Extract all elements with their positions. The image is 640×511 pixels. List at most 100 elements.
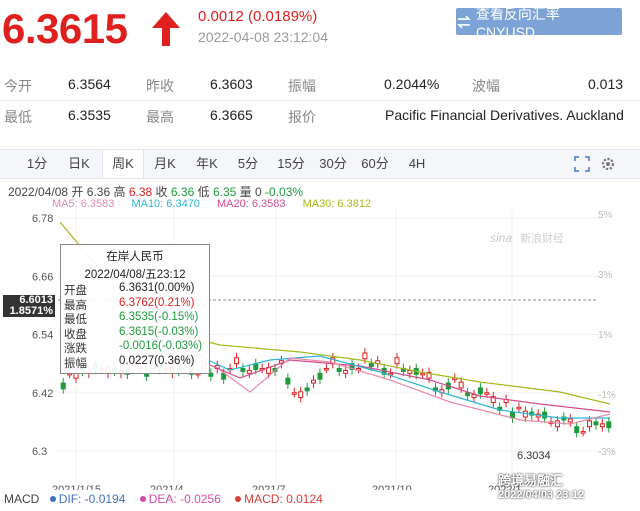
label-low: 最低 bbox=[4, 109, 32, 125]
label-prev-close: 昨收 bbox=[146, 78, 174, 94]
ohlc-close: 6.36 bbox=[170, 185, 195, 199]
label-amplitude: 振幅 bbox=[288, 78, 316, 94]
candle-body bbox=[317, 372, 323, 380]
candle-body bbox=[394, 357, 400, 365]
candle-body bbox=[516, 406, 522, 410]
candle-body bbox=[240, 367, 246, 372]
y-tick-label: 6.78 bbox=[32, 213, 53, 225]
quote-row-1: 今开 6.3564 昨收 6.3603 振幅 0.2044% 波幅 0.013 bbox=[0, 70, 640, 100]
tooltip-row: 涨跌 -0.0016(-0.03%) bbox=[61, 340, 209, 355]
tooltip-row-label: 振幅 bbox=[64, 357, 87, 370]
candle-body bbox=[60, 382, 66, 390]
candle-body bbox=[587, 420, 593, 428]
x-tick-label: 2021/10 bbox=[372, 484, 412, 490]
cursor-pct-tag: 1.8571% bbox=[3, 306, 55, 317]
candle-body bbox=[323, 367, 329, 371]
candle-body bbox=[407, 369, 413, 374]
fullscreen-icon[interactable] bbox=[574, 156, 590, 172]
kline-tooltip: 在岸人民币 2022/04/08/五23:12 开盘 6.3631(0.00%) 最… bbox=[60, 244, 210, 374]
ohlc-high: 6.38 bbox=[128, 185, 153, 199]
y-tick-label: 6.42 bbox=[32, 388, 53, 400]
ma30-label: MA30: 6.3812 bbox=[302, 198, 372, 210]
candle-body bbox=[477, 387, 483, 395]
settings-gear-icon[interactable] bbox=[600, 156, 616, 172]
tab-year-k[interactable]: 年K bbox=[188, 150, 226, 178]
tooltip-row-value: 0.0227(0.36%) bbox=[119, 354, 195, 367]
label-volatility: 波幅 bbox=[472, 78, 500, 94]
candle-body bbox=[593, 421, 599, 426]
tab-week-k[interactable]: 周K bbox=[102, 150, 144, 178]
ma10-label: MA10: 6.3470 bbox=[131, 198, 200, 210]
ohlc-pct: -0.03% bbox=[265, 185, 304, 199]
reverse-rate-button[interactable]: 查看反向汇率 CNYUSD bbox=[456, 6, 622, 40]
candle-body bbox=[234, 357, 240, 365]
y-pct-tick-label: -1% bbox=[598, 390, 616, 401]
tab-1min[interactable]: 1分 bbox=[20, 150, 54, 178]
ma5-label: MA5: 6.3583 bbox=[52, 198, 115, 210]
tab-4h[interactable]: 4H bbox=[400, 150, 434, 178]
tab-day-k[interactable]: 日K bbox=[60, 150, 98, 178]
candle-body bbox=[599, 423, 605, 428]
y-tick-label: 6.54 bbox=[32, 330, 53, 342]
value-low: 6.3535 bbox=[68, 107, 111, 123]
brand-logo-text: 新浪财经 bbox=[520, 231, 564, 245]
value-quoter: Pacific Financial Derivatives. Auckland bbox=[385, 107, 624, 123]
tooltip-row-value: -0.0016(-0.03%) bbox=[119, 340, 203, 352]
candle-body bbox=[298, 391, 304, 399]
ohlc-low-label: 低 bbox=[197, 185, 210, 199]
value-volatility: 0.013 bbox=[588, 76, 624, 92]
candle-body bbox=[484, 392, 490, 395]
tab-30min[interactable]: 30分 bbox=[314, 150, 352, 178]
x-tick-label: 2021/1/15 bbox=[52, 484, 101, 490]
tab-15min[interactable]: 15分 bbox=[272, 150, 310, 178]
macd-legend: MACD DIF: -0.0194 DEA: -0.0256 MACD: 0.0… bbox=[4, 492, 323, 506]
candle-body bbox=[368, 363, 374, 368]
x-tick-label: 2021/4 bbox=[150, 484, 184, 490]
ohlc-open: 6.36 bbox=[86, 185, 111, 199]
tab-60min[interactable]: 60分 bbox=[356, 150, 394, 178]
watermark-name: 跨境易融汇 bbox=[498, 473, 564, 488]
candle-body bbox=[291, 392, 297, 395]
candle-body bbox=[311, 379, 317, 384]
candle-body bbox=[458, 381, 464, 389]
y-pct-tick-label: 3% bbox=[598, 270, 613, 281]
candle-body bbox=[606, 421, 612, 429]
y-pct-tick-label: -3% bbox=[598, 447, 616, 458]
tooltip-row-value: 6.3762(0.21%) bbox=[119, 296, 195, 309]
tooltip-row: 最低 6.3535(-0.15%) bbox=[61, 311, 209, 326]
price-change: 0.0012 (0.0189%) bbox=[198, 8, 318, 25]
watermark-channel: 跨境易融汇 2022/04/03 23:12 bbox=[498, 470, 584, 501]
tooltip-title: 在岸人民币 bbox=[106, 251, 164, 263]
y-tick-label: 6.3 bbox=[32, 446, 47, 458]
quote-row-2: 最低 6.3535 最高 6.3665 报价 Pacific Financial… bbox=[0, 100, 640, 131]
tooltip-row-value: 6.3615(-0.03%) bbox=[119, 325, 199, 338]
ma20-label: MA20: 6.3583 bbox=[217, 198, 286, 210]
current-price: 6.3615 bbox=[2, 5, 128, 52]
ohlc-vol: 0 bbox=[255, 185, 262, 199]
label-high: 最高 bbox=[146, 109, 174, 125]
macd-dot-icon bbox=[139, 496, 146, 502]
macd-dea: DEA: -0.0256 bbox=[148, 492, 221, 506]
ohlc-low: 6.35 bbox=[212, 185, 237, 199]
macd-title: MACD bbox=[4, 492, 40, 506]
candle-body bbox=[336, 367, 342, 372]
candle-body bbox=[542, 411, 548, 419]
tab-month-k[interactable]: 月K bbox=[146, 150, 184, 178]
tab-5min[interactable]: 5分 bbox=[232, 150, 264, 178]
ohlc-vol-label: 量 bbox=[239, 185, 252, 199]
macd-dif: DIF: -0.0194 bbox=[58, 492, 126, 506]
label-open: 今开 bbox=[4, 78, 32, 94]
tooltip-row-value: 6.3535(-0.15%) bbox=[119, 311, 199, 323]
ma-line bbox=[189, 351, 610, 419]
y-tick-label: 6.66 bbox=[32, 271, 53, 283]
tooltip-row-value: 6.3631(0.00%) bbox=[119, 282, 195, 294]
candle-body bbox=[343, 369, 349, 374]
x-tick-label: 2021/7 bbox=[252, 484, 286, 490]
macd-dot-icon bbox=[49, 496, 56, 502]
up-arrow-icon bbox=[152, 12, 180, 46]
value-amplitude: 0.2044% bbox=[384, 76, 440, 92]
ohlc-open-label: 开 bbox=[71, 185, 84, 199]
value-high: 6.3665 bbox=[210, 107, 253, 123]
macd-dot-icon bbox=[235, 496, 242, 502]
candle-body bbox=[465, 392, 471, 397]
